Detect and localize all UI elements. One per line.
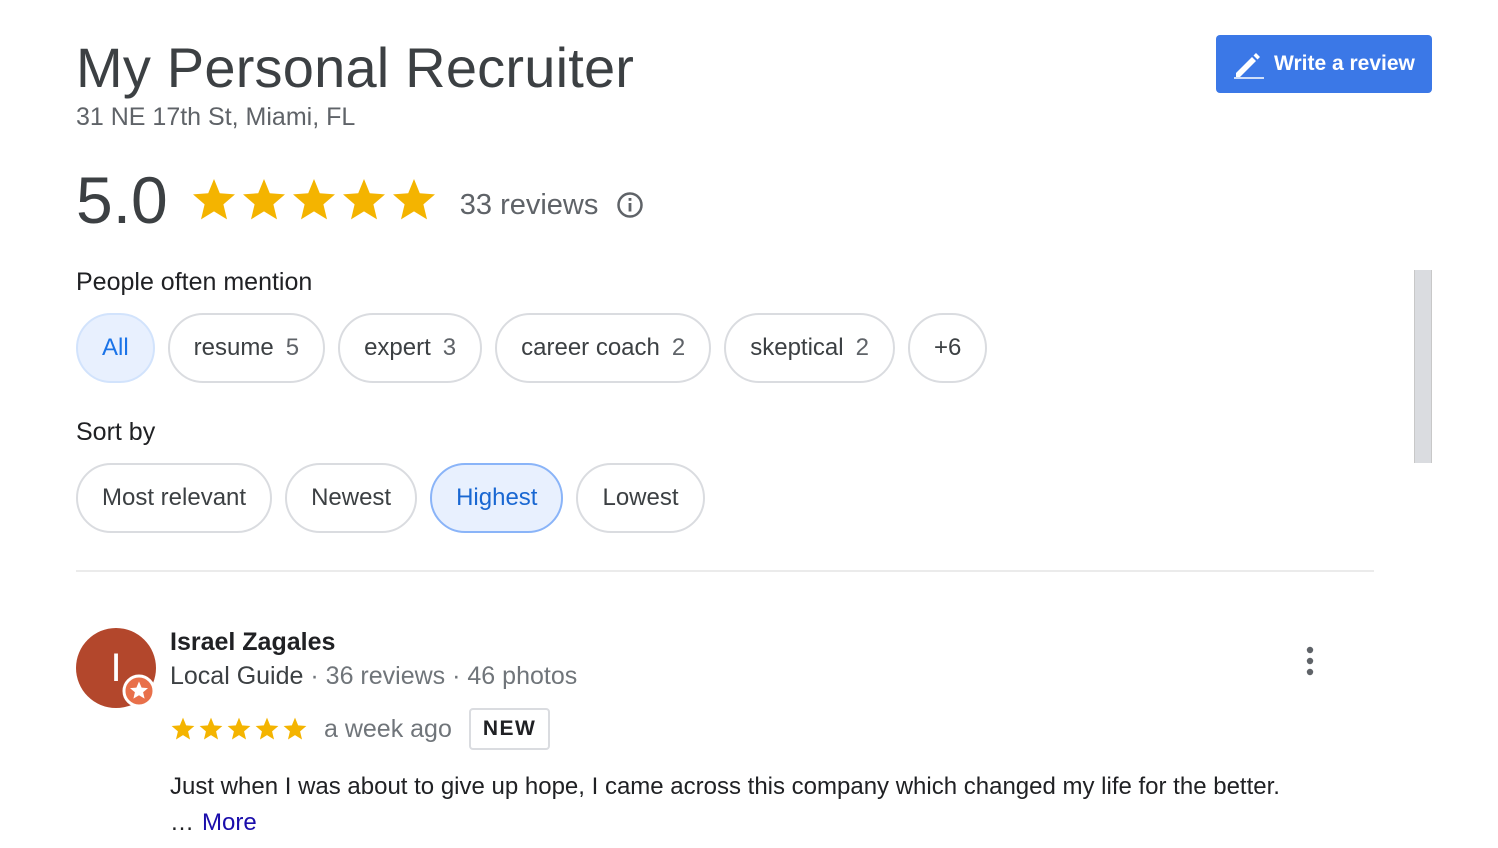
more-vert-icon[interactable] xyxy=(1298,644,1322,678)
new-badge: NEW xyxy=(468,708,551,750)
local-guide-star-icon xyxy=(122,674,156,708)
reviewer-name[interactable]: Israel Zagales xyxy=(170,628,335,657)
mentions-label: People often mention xyxy=(76,268,313,296)
reviewer-meta: Local Guide · 36 reviews · 46 photos xyxy=(170,662,577,691)
mention-chip-count: 5 xyxy=(285,334,300,361)
scrollbar[interactable] xyxy=(1414,270,1432,463)
sort-label: Sort by xyxy=(76,418,156,446)
sort-chips: Most relevant Newest Highest Lowest xyxy=(76,463,705,533)
mention-chip[interactable]: skeptical 2 xyxy=(724,313,895,383)
review-rating-row: a week ago NEW xyxy=(170,708,551,750)
rating-stars xyxy=(190,176,438,224)
reviews-page: My Personal Recruiter 31 NE 17th St, Mia… xyxy=(0,0,1498,848)
review-stars xyxy=(170,716,308,742)
star-icon xyxy=(199,717,223,740)
star-icon xyxy=(392,179,435,220)
mention-chip-count: 3 xyxy=(442,334,457,361)
sort-chip[interactable]: Newest xyxy=(285,463,418,533)
mention-chip-count: 2 xyxy=(855,334,869,361)
mention-chip[interactable]: expert 3 xyxy=(338,313,483,383)
review-more-line: … More xyxy=(170,806,257,840)
sort-chip[interactable]: Most relevant xyxy=(76,463,273,533)
local-guide-label: Local Guide xyxy=(170,662,304,690)
sort-chip[interactable]: Highest xyxy=(430,463,564,533)
star-icon xyxy=(171,717,195,740)
mention-chip[interactable]: resume 5 xyxy=(167,313,326,383)
mention-chip-count: 2 xyxy=(671,334,686,361)
reviewer-photo-count: 46 photos xyxy=(467,662,578,690)
sort-chip-label: Newest xyxy=(311,484,392,511)
star-icon xyxy=(192,179,235,220)
star-icon xyxy=(255,717,279,740)
mention-chip-label: All xyxy=(102,334,129,361)
review-text: Just when I was about to give up hope, I… xyxy=(170,773,1280,800)
reviewer-review-count: 36 reviews xyxy=(325,662,446,690)
write-review-label: Write a review xyxy=(1274,52,1415,75)
rating-score: 5.0 xyxy=(76,163,168,237)
place-title: My Personal Recruiter xyxy=(76,36,635,99)
star-icon xyxy=(283,717,307,740)
more-link[interactable]: More xyxy=(202,809,257,836)
sort-chip-label: Most relevant xyxy=(102,484,247,511)
meta-separator: · xyxy=(310,662,319,690)
mention-chip-label: expert xyxy=(364,334,431,361)
mention-chip-label: resume xyxy=(193,334,274,361)
pencil-icon xyxy=(1234,53,1264,79)
divider xyxy=(76,570,1374,572)
mention-chip-label: career coach xyxy=(521,334,660,361)
info-icon[interactable] xyxy=(616,181,644,219)
place-address: 31 NE 17th St, Miami, FL xyxy=(76,103,356,131)
star-icon xyxy=(227,717,251,740)
mention-chips: All resume 5 expert 3 career coach 2 skeptical 2… xyxy=(76,313,988,383)
mention-chip[interactable]: career coach 2 xyxy=(495,313,712,383)
avatar-initial: I xyxy=(110,645,122,690)
write-review-button[interactable]: Write a review xyxy=(1216,35,1432,93)
sort-chip-label: Highest xyxy=(456,484,538,511)
review-count[interactable]: 33 reviews xyxy=(460,179,599,222)
mention-chip-label: +6 xyxy=(933,334,962,361)
mention-chip[interactable]: All xyxy=(76,313,155,383)
review-ellipsis: … xyxy=(170,809,194,836)
mention-chip[interactable]: +6 xyxy=(907,313,988,383)
star-icon xyxy=(242,179,285,220)
star-icon xyxy=(292,179,335,220)
sort-chip-label: Lowest xyxy=(602,484,679,511)
meta-separator: · xyxy=(452,662,461,690)
rating-summary: 5.0 33 reviews xyxy=(76,160,644,240)
mention-chip-label: skeptical xyxy=(750,334,844,361)
sort-chip[interactable]: Lowest xyxy=(576,463,705,533)
review-date: a week ago xyxy=(324,714,452,743)
star-icon xyxy=(342,179,385,220)
